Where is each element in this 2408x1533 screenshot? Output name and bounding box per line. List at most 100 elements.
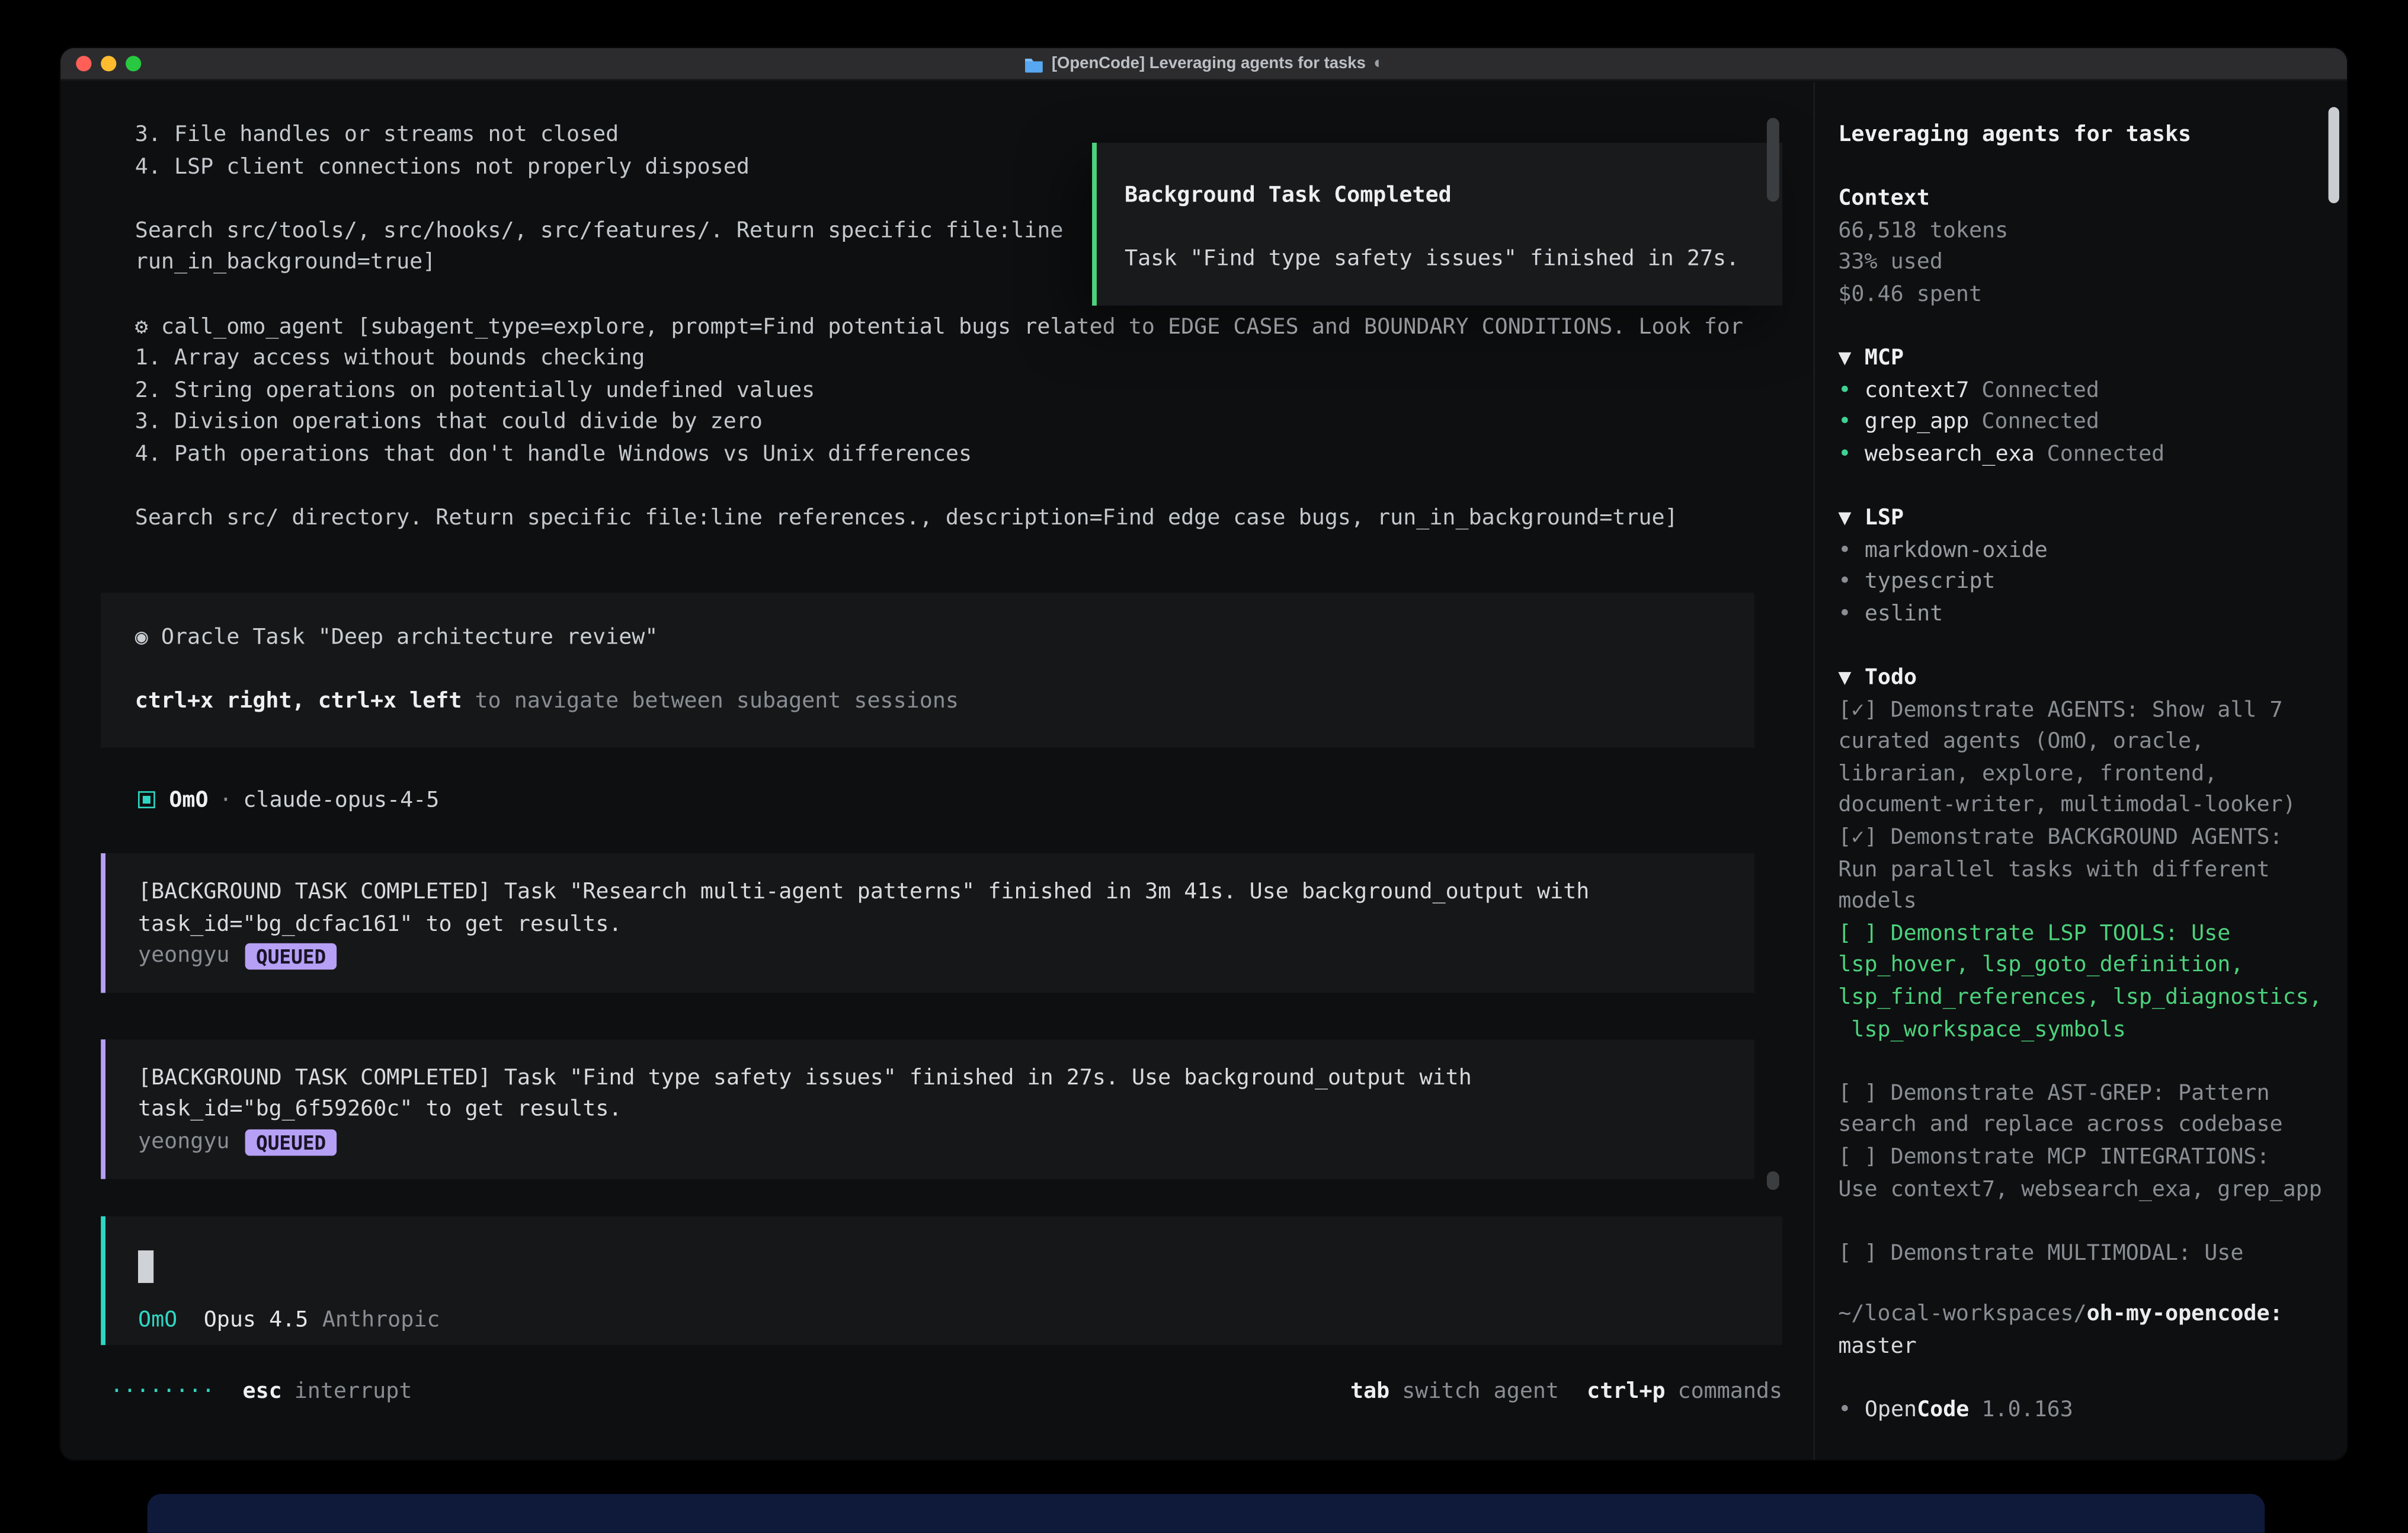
mcp-item-context7: • context7 Connected [1838,375,2336,407]
workspace-branch: master [1838,1334,1916,1359]
todo-section-label: Todo [1865,663,1917,695]
status-bar: ········ esc interrupt tab switch agent … [110,1377,1782,1409]
bullet-icon: • [1838,407,1865,439]
opencode-version-row: • OpenCode 1.0.163 [1838,1394,2336,1426]
input-provider: Anthropic [322,1304,440,1336]
todo-item-ast-grep: [ ] Demonstrate AST-GREP: Pattern search… [1838,1078,2336,1142]
message-body: [BACKGROUND TASK COMPLETED] Task "Resear… [138,876,1722,940]
agent-name: OmO [169,784,208,816]
tab-key-hint: tab [1350,1377,1389,1409]
subagent-navigation-hint: ctrl+x right, ctrl+x left to navigate be… [135,686,1721,718]
agent-model: claude-opus-4-5 [243,784,439,816]
agent-icon [138,792,155,809]
spinner-icon: ········ [110,1377,215,1409]
traffic-lights [76,56,141,71]
tab-key-label: switch agent [1402,1377,1559,1409]
lsp-name: typescript [1865,567,1996,599]
message-author: yeongyu [138,940,230,972]
titlebar[interactable]: [OpenCode] Leveraging agents for tasks ◐ [60,48,2347,81]
dock[interactable] [148,1494,2265,1532]
bullet-icon: • [1838,439,1865,471]
oracle-task-title: ◉ Oracle Task "Deep architecture review" [135,622,1721,654]
mcp-status: Connected [1981,375,2099,407]
oracle-task-panel[interactable]: ◉ Oracle Task "Deep architecture review"… [101,592,1754,747]
minimize-button[interactable] [101,56,116,71]
window-title-text: [OpenCode] Leveraging agents for tasks [1052,47,1366,79]
version-number: 1.0.163 [1981,1394,2073,1426]
lsp-item-eslint: • eslint [1838,599,2336,631]
todo-item-background-agents: [✓] Demonstrate BACKGROUND AGENTS: Run p… [1838,822,2336,918]
main-scrollbar-thumb[interactable] [1767,118,1779,201]
context-used: 33% used [1838,247,2336,279]
esc-key-hint: esc [243,1377,282,1409]
todo-item-multimodal: [ ] Demonstrate MULTIMODAL: Use [1838,1238,2336,1270]
text-cursor [138,1250,153,1282]
lsp-name: markdown-oxide [1865,535,2048,567]
message-body: [BACKGROUND TASK COMPLETED] Task "Find t… [138,1062,1722,1126]
close-button[interactable] [76,56,91,71]
chat-pane: 3. File handles or streams not closed 4.… [60,82,1813,1461]
bullet-icon: • [1838,535,1865,567]
chevron-down-icon: ▼ [1838,343,1865,375]
prompt-input[interactable]: OmO Opus 4.5 Anthropic [101,1216,1782,1346]
mcp-name: grep_app [1865,407,1970,439]
workspace-repo: oh-my-opencode: [2087,1302,2283,1327]
session-title: Leveraging agents for tasks [1838,120,2336,152]
bullet-icon: • [1838,599,1865,631]
sidebar: Leveraging agents for tasks Context 66,5… [1813,82,2348,1461]
todo-section-header[interactable]: ▼ Todo [1838,663,2336,695]
hint-text: to navigate between subagent sessions [462,689,959,713]
context-heading: Context [1838,183,2336,215]
chevron-down-icon: ▼ [1838,503,1865,535]
todo-item-agents: [✓] Demonstrate AGENTS: Show all 7 curat… [1838,695,2336,822]
folder-icon [1024,55,1044,72]
message-meta: yeongyu QUEUED [138,1126,1722,1158]
bullet-icon: • [1838,1394,1865,1426]
background-task-message-2: [BACKGROUND TASK COMPLETED] Task "Find t… [101,1039,1754,1179]
zoom-button[interactable] [126,56,141,71]
title-status-icon: ◐ [1373,47,1384,79]
context-tokens: 66,518 tokens [1838,215,2336,247]
bullet-icon: • [1838,375,1865,407]
desktop: [OpenCode] Leveraging agents for tasks ◐… [0,0,2408,1533]
commands-key-hint: ctrl+p [1587,1377,1665,1409]
input-agent-name: OmO [138,1304,177,1336]
chevron-down-icon: ▼ [1838,663,1865,695]
mcp-status: Connected [1981,407,2099,439]
mcp-item-grep-app: • grep_app Connected [1838,407,2336,439]
mcp-name: websearch_exa [1865,439,2035,471]
lsp-item-typescript: • typescript [1838,567,2336,599]
model-row: OmO Opus 4.5 Anthropic [138,1304,1750,1336]
lsp-section-header[interactable]: ▼ LSP [1838,503,2336,535]
brand-name-regular: Open [1865,1394,1917,1426]
mcp-section-header[interactable]: ▼ MCP [1838,343,2336,375]
toast-body: Task "Find type safety issues" finished … [1125,243,1754,275]
input-model[interactable]: Opus 4.5 [204,1304,309,1336]
agent-separator: · [219,784,232,816]
mcp-status: Connected [2047,439,2165,471]
terminal-window: [OpenCode] Leveraging agents for tasks ◐… [59,47,2348,1462]
queued-badge: QUEUED [245,1129,337,1156]
lsp-section-label: LSP [1865,503,1904,535]
agent-header-row: OmO · claude-opus-4-5 [138,784,1813,816]
todo-item-mcp-integrations: [ ] Demonstrate MCP INTEGRATIONS: Use co… [1838,1142,2336,1206]
window-title: [OpenCode] Leveraging agents for tasks ◐ [60,48,2347,79]
toast-title: Background Task Completed [1125,180,1754,212]
lsp-item-markdown-oxide: • markdown-oxide [1838,535,2336,567]
bullet-icon: • [1838,567,1865,599]
workspace-path: ~/local-workspaces/oh-my-opencode: maste… [1838,1299,2337,1363]
workspace-path-prefix: ~/local-workspaces/ [1838,1302,2086,1327]
message-author: yeongyu [138,1126,230,1158]
message-meta: yeongyu QUEUED [138,940,1722,972]
background-task-toast[interactable]: Background Task Completed Task "Find typ… [1092,143,1782,306]
lsp-name: eslint [1865,599,1943,631]
commands-key-label: commands [1678,1377,1783,1409]
queued-badge: QUEUED [245,943,337,970]
mcp-section-label: MCP [1865,343,1904,375]
mcp-item-websearch-exa: • websearch_exa Connected [1838,439,2336,471]
todo-item-lsp-tools: [ ] Demonstrate LSP TOOLS: Use lsp_hover… [1838,918,2336,1046]
brand-name-bold: Code [1917,1394,1969,1426]
main-scrollbar-thumb-secondary[interactable] [1767,1172,1779,1190]
sidebar-scrollbar-thumb[interactable] [2329,107,2339,203]
mcp-name: context7 [1865,375,1970,407]
